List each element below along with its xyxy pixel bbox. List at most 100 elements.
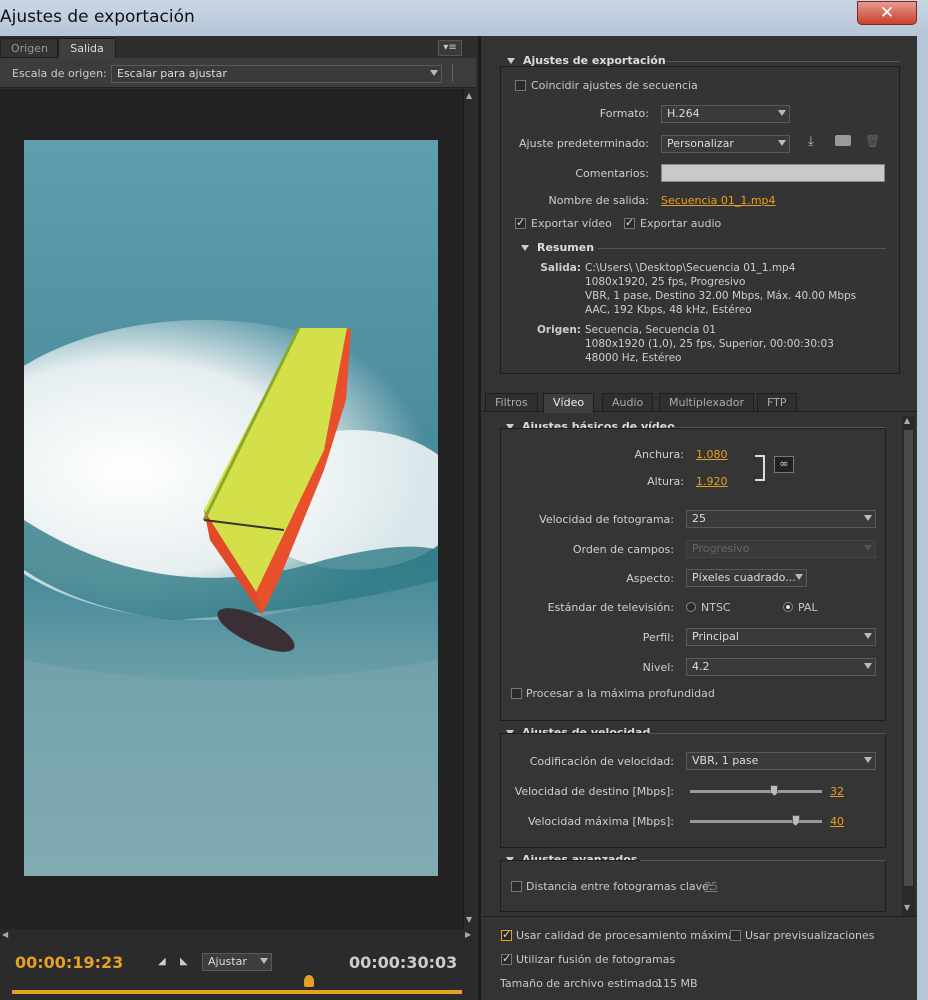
tab-audio[interactable]: Audio: [602, 393, 654, 412]
keyframe-value: 75: [704, 880, 718, 893]
level-value: 4.2: [692, 660, 710, 673]
max-bitrate-label: Velocidad máxima [Mbps]:: [528, 815, 674, 828]
window-title: Ajustes de exportación: [0, 7, 195, 27]
tab-ftp[interactable]: FTP: [757, 393, 797, 412]
tab-multiplexador[interactable]: Multiplexador: [659, 393, 754, 412]
source-line: 48000 Hz, Estéreo: [585, 352, 682, 364]
scroll-down-icon[interactable]: ▼: [904, 903, 910, 912]
chevron-down-icon: [778, 140, 786, 146]
save-preset-icon[interactable]: ⤓: [808, 134, 814, 149]
fit-dropdown[interactable]: Ajustar: [202, 953, 272, 971]
frame-blend-label: Utilizar fusión de fotogramas: [516, 953, 676, 966]
export-video-checkbox[interactable]: [515, 216, 526, 229]
pane-divider[interactable]: [478, 36, 481, 1000]
scroll-left-icon[interactable]: ◀: [2, 930, 8, 939]
framerate-value: 25: [692, 512, 706, 525]
preset-dropdown[interactable]: Personalizar: [661, 135, 790, 153]
settings-scrollbar[interactable]: ▲ ▼: [902, 416, 915, 916]
vertical-scrollbar[interactable]: ▲ ▼: [463, 89, 476, 929]
scale-dropdown[interactable]: Escalar para ajustar: [111, 65, 442, 83]
tab-salida[interactable]: Salida: [58, 38, 116, 58]
timeline-range[interactable]: [12, 990, 462, 994]
aspect-label: Aspecto:: [626, 572, 674, 585]
width-label: Anchura:: [634, 448, 684, 461]
close-button[interactable]: ✕: [857, 1, 917, 25]
frame-blend-checkbox[interactable]: [501, 952, 512, 965]
width-value[interactable]: 1.080: [696, 448, 728, 461]
divider: [640, 860, 886, 861]
tab-origen[interactable]: Origen: [0, 38, 58, 58]
output-summary-label: Salida:: [540, 262, 581, 274]
comments-input[interactable]: [661, 164, 885, 182]
match-sequence-checkbox[interactable]: [515, 80, 526, 91]
scroll-up-icon[interactable]: ▲: [904, 416, 910, 425]
divider: [665, 61, 900, 62]
fit-value: Ajustar: [208, 955, 247, 968]
level-dropdown[interactable]: 4.2: [686, 658, 876, 676]
window-frame: [917, 36, 928, 1000]
framerate-dropdown[interactable]: 25: [686, 510, 876, 528]
import-preset-icon[interactable]: [835, 135, 851, 146]
max-bitrate-slider[interactable]: [690, 820, 822, 823]
field-order-value: Progresivo: [692, 542, 750, 555]
windsurf-image: [24, 140, 438, 876]
encoding-label: Codificación de velocidad:: [529, 755, 674, 768]
field-order-label: Orden de campos:: [572, 543, 674, 556]
chevron-down-icon: [430, 70, 438, 76]
preset-value: Personalizar: [667, 137, 734, 150]
output-summary: C:\Users\ \Desktop\Secuencia 01_1.mp4 10…: [585, 261, 856, 317]
target-bitrate-label: Velocidad de destino [Mbps]:: [514, 785, 674, 798]
scroll-right-icon[interactable]: ▶: [465, 930, 471, 939]
panel-menu-icon[interactable]: ▾≡: [438, 40, 462, 56]
profile-value: Principal: [692, 630, 739, 643]
max-quality-label: Usar calidad de procesamiento máxima: [516, 929, 735, 942]
scroll-up-icon[interactable]: ▲: [466, 91, 472, 100]
aspect-dropdown[interactable]: Píxeles cuadrado...: [686, 569, 807, 587]
target-bitrate-value[interactable]: 32: [830, 785, 844, 798]
collapse-triangle-icon: [507, 58, 515, 64]
horizontal-scrollbar[interactable]: ◀ ▶: [0, 929, 476, 942]
framerate-label: Velocidad de fotograma:: [539, 513, 674, 526]
set-in-point-icon[interactable]: ◢: [158, 956, 166, 967]
set-out-point-icon[interactable]: ◣: [180, 956, 188, 967]
current-time[interactable]: 00:00:19:23: [15, 953, 123, 972]
source-line: 1080x1920 (1,0), 25 fps, Superior, 00:00…: [585, 338, 834, 350]
ntsc-radio[interactable]: [686, 602, 696, 612]
pal-radio[interactable]: [783, 602, 793, 612]
chain-link-icon[interactable]: ∞: [774, 456, 794, 473]
preset-label: Ajuste predeterminado:: [519, 137, 649, 150]
max-depth-checkbox[interactable]: [511, 688, 522, 699]
tab-filtros[interactable]: Filtros: [485, 393, 538, 412]
output-line: 1080x1920, 25 fps, Progresivo: [585, 276, 746, 288]
output-line: C:\Users\ \Desktop\Secuencia 01_1.mp4: [585, 262, 796, 274]
field-order-dropdown: Progresivo: [686, 540, 876, 558]
export-audio-checkbox[interactable]: [624, 216, 635, 229]
chevron-down-icon: [864, 663, 872, 669]
divider: [672, 427, 886, 428]
tv-standard-label: Estándar de televisión:: [547, 601, 674, 614]
filesize-value: 115 MB: [656, 977, 698, 990]
timeline-bar: 00:00:19:23 ◢ ◣ Ajustar 00:00:30:03: [0, 942, 476, 1000]
keyframe-checkbox[interactable]: [511, 881, 522, 892]
height-value[interactable]: 1.920: [696, 475, 728, 488]
scroll-down-icon[interactable]: ▼: [466, 915, 472, 924]
encoding-dropdown[interactable]: VBR, 1 pase: [686, 752, 876, 770]
output-name-link[interactable]: Secuencia 01_1.mp4: [661, 194, 776, 207]
collapse-triangle-icon: [521, 245, 529, 251]
delete-preset-icon: 🗑: [865, 134, 881, 148]
playhead[interactable]: [304, 975, 314, 987]
chevron-down-icon: [864, 757, 872, 763]
scroll-thumb[interactable]: [904, 430, 913, 886]
profile-dropdown[interactable]: Principal: [686, 628, 876, 646]
tab-video[interactable]: Vídeo: [543, 393, 595, 413]
target-bitrate-slider[interactable]: [690, 790, 822, 793]
summary-header[interactable]: Resumen: [521, 241, 594, 254]
duration: 00:00:30:03: [349, 953, 458, 972]
max-quality-checkbox[interactable]: [501, 928, 512, 941]
chevron-down-icon: [864, 633, 872, 639]
format-dropdown[interactable]: H.264: [661, 105, 790, 123]
source-summary: Secuencia, Secuencia 01 1080x1920 (1,0),…: [585, 323, 834, 365]
max-bitrate-value[interactable]: 40: [830, 815, 844, 828]
scale-bar: Escala de origen: Escalar para ajustar: [0, 58, 476, 88]
previews-checkbox[interactable]: [730, 930, 741, 941]
